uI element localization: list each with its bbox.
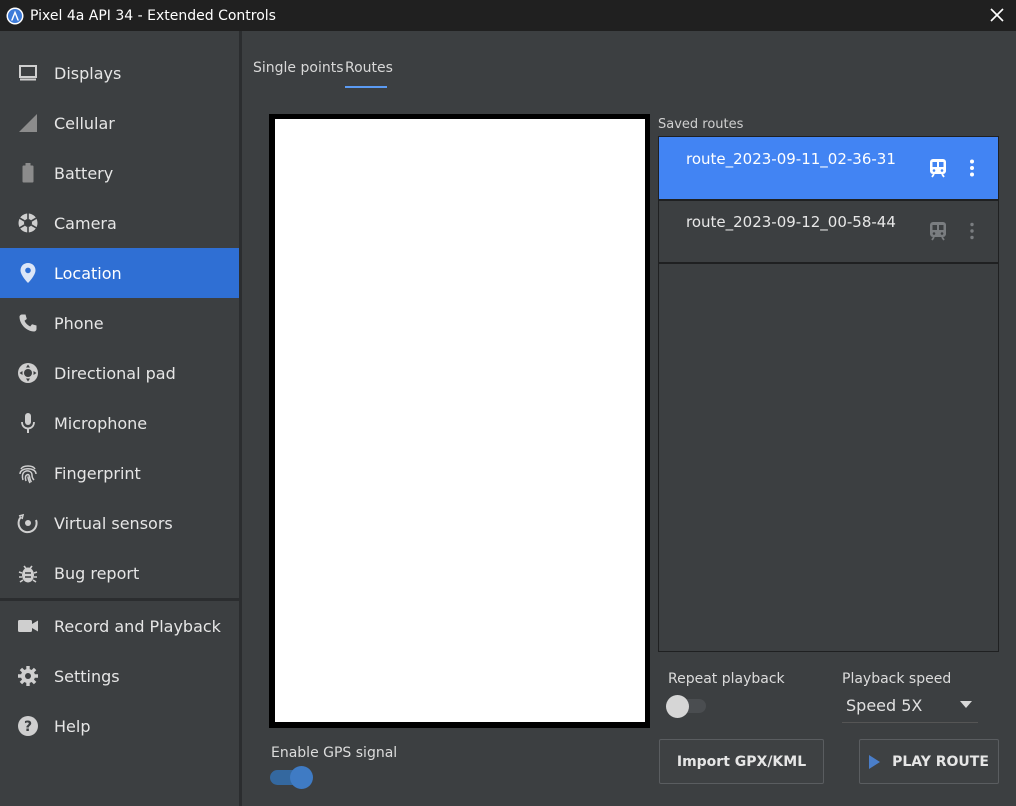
play-route-button[interactable]: PLAY ROUTE bbox=[859, 739, 999, 784]
window-title: Pixel 4a API 34 - Extended Controls bbox=[30, 7, 276, 24]
route-name: route_2023-09-11_02-36-31 bbox=[686, 150, 896, 168]
map-view[interactable] bbox=[275, 119, 645, 722]
route-row[interactable]: route_2023-09-12_00-58-44 bbox=[659, 200, 998, 262]
sidebar-item-record-and-playback[interactable]: Record and Playback bbox=[0, 601, 239, 651]
sidebar-item-virtual-sensors[interactable]: Virtual sensors bbox=[0, 498, 239, 548]
enable-gps-toggle-knob[interactable] bbox=[290, 766, 313, 789]
sidebar-item-label: Directional pad bbox=[54, 363, 176, 383]
enable-gps-label: Enable GPS signal bbox=[271, 745, 398, 761]
sidebar-item-label: Camera bbox=[54, 213, 117, 233]
import-button-label: Import GPX/KML bbox=[676, 753, 807, 770]
svg-text:?: ? bbox=[24, 719, 32, 735]
sidebar-item-bug-report[interactable]: Bug report bbox=[0, 548, 239, 598]
cellular-icon bbox=[17, 112, 39, 134]
tab-single-points[interactable]: Single points bbox=[253, 60, 344, 76]
location-icon bbox=[17, 262, 39, 284]
sidebar-item-phone[interactable]: Phone bbox=[0, 298, 239, 348]
repeat-playback-label: Repeat playback bbox=[668, 671, 785, 687]
play-icon bbox=[869, 754, 881, 769]
microphone-icon bbox=[17, 412, 39, 434]
help-icon: ? bbox=[17, 715, 39, 737]
route-name: route_2023-09-12_00-58-44 bbox=[686, 213, 896, 231]
sidebar-item-directional-pad[interactable]: Directional pad bbox=[0, 348, 239, 398]
saved-routes-label: Saved routes bbox=[658, 117, 744, 132]
virtual-sensors-icon bbox=[17, 512, 39, 534]
sidebar-item-location[interactable]: Location bbox=[0, 248, 239, 298]
sidebar-edge bbox=[239, 31, 242, 806]
sidebar-item-label: Battery bbox=[54, 163, 114, 183]
sidebar-item-label: Fingerprint bbox=[54, 463, 141, 483]
gear-icon bbox=[17, 665, 39, 687]
sidebar-item-label: Location bbox=[54, 263, 122, 283]
more-options-icon[interactable] bbox=[962, 157, 982, 179]
phone-icon bbox=[17, 312, 39, 334]
sidebar-item-label: Settings bbox=[54, 666, 120, 686]
playback-speed-dropdown[interactable]: Speed 5X bbox=[842, 693, 978, 723]
sidebar-item-label: Cellular bbox=[54, 113, 115, 133]
sidebar-item-microphone[interactable]: Microphone bbox=[0, 398, 239, 448]
transit-icon[interactable] bbox=[927, 220, 949, 242]
chevron-down-icon bbox=[960, 701, 972, 708]
camera-icon bbox=[17, 212, 39, 234]
sidebar-item-displays[interactable]: Displays bbox=[0, 48, 239, 98]
sidebar-item-label: Record and Playback bbox=[54, 616, 221, 636]
battery-icon bbox=[17, 162, 39, 184]
title-bar: Pixel 4a API 34 - Extended Controls bbox=[0, 0, 1016, 31]
route-divider bbox=[659, 262, 998, 264]
playback-speed-value: Speed 5X bbox=[846, 696, 923, 715]
android-studio-icon bbox=[6, 7, 24, 24]
displays-icon bbox=[17, 62, 39, 84]
sidebar-item-camera[interactable]: Camera bbox=[0, 198, 239, 248]
more-options-icon[interactable] bbox=[962, 220, 982, 242]
transit-icon[interactable] bbox=[927, 157, 949, 179]
route-row[interactable]: route_2023-09-11_02-36-31 bbox=[659, 137, 998, 199]
sidebar-item-cellular[interactable]: Cellular bbox=[0, 98, 239, 148]
sidebar-item-battery[interactable]: Battery bbox=[0, 148, 239, 198]
active-tab-indicator bbox=[345, 86, 387, 88]
sidebar-item-label: Bug report bbox=[54, 563, 140, 583]
play-route-label: PLAY ROUTE bbox=[892, 753, 989, 770]
sidebar-item-label: Help bbox=[54, 716, 91, 736]
record-icon bbox=[17, 615, 39, 637]
playback-speed-label: Playback speed bbox=[842, 671, 952, 687]
import-gpx-kml-button[interactable]: Import GPX/KML bbox=[659, 739, 824, 784]
sidebar-item-settings[interactable]: Settings bbox=[0, 651, 239, 701]
sidebar-item-fingerprint[interactable]: Fingerprint bbox=[0, 448, 239, 498]
sidebar-item-label: Microphone bbox=[54, 413, 148, 433]
dpad-icon bbox=[17, 362, 39, 384]
close-icon[interactable] bbox=[986, 4, 1008, 26]
sidebar-item-label: Virtual sensors bbox=[54, 513, 173, 533]
bug-icon bbox=[17, 562, 39, 584]
sidebar-item-label: Phone bbox=[54, 313, 104, 333]
sidebar-item-label: Displays bbox=[54, 63, 122, 83]
tab-routes[interactable]: Routes bbox=[345, 60, 393, 76]
saved-routes-list: route_2023-09-11_02-36-31 route_2023-09-… bbox=[658, 136, 999, 652]
sidebar-item-help[interactable]: ? Help bbox=[0, 701, 239, 751]
fingerprint-icon bbox=[17, 462, 39, 484]
repeat-playback-toggle-knob[interactable] bbox=[666, 695, 689, 718]
